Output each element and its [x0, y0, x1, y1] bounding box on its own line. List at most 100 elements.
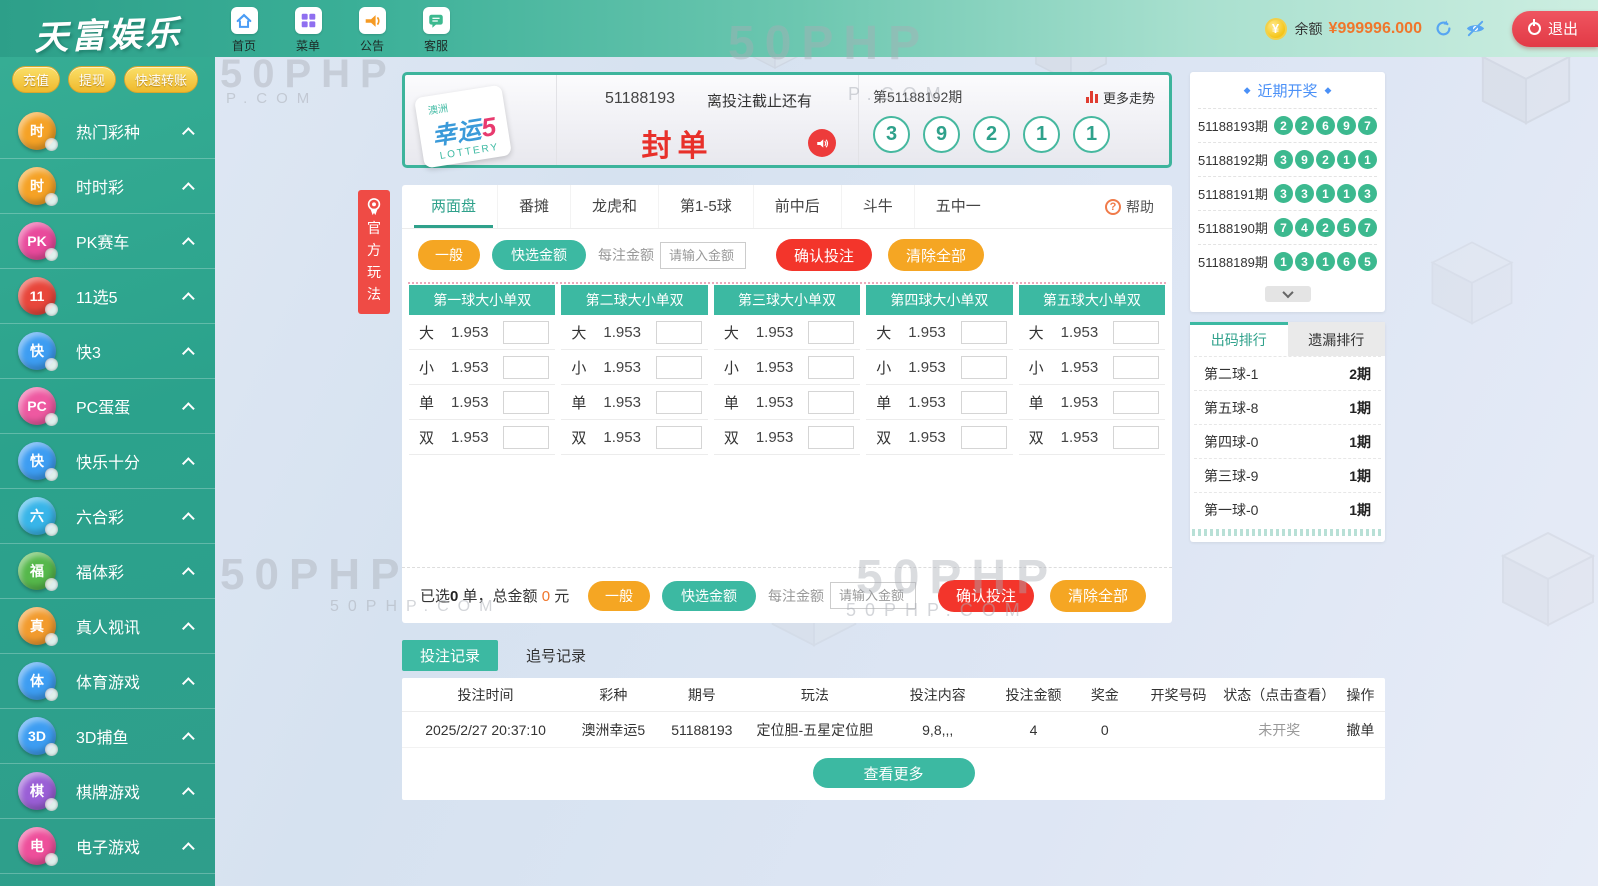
cube-decoration	[1428, 238, 1516, 326]
nav-announcement[interactable]: 公告	[352, 7, 392, 54]
tab-chase-records[interactable]: 追号记录	[508, 640, 604, 671]
odds-cell: 大1.953	[1019, 315, 1165, 350]
balance-value: ¥999996.000	[1329, 20, 1422, 38]
refresh-balance-icon[interactable]	[1434, 19, 1453, 38]
quick-transfer-button[interactable]: 快速转账	[124, 66, 198, 93]
draw-balls: 39211	[1274, 150, 1377, 169]
bet-amount-input[interactable]	[1113, 321, 1159, 344]
cancel-bet-link[interactable]: 撤单	[1336, 720, 1385, 740]
clear-all-button[interactable]: 清除全部	[1050, 580, 1146, 612]
balance-label: 余额	[1295, 19, 1323, 39]
sound-icon[interactable]	[808, 129, 836, 157]
bet-amount-input[interactable]	[808, 356, 854, 379]
clear-all-button[interactable]: 清除全部	[888, 239, 984, 271]
logout-button[interactable]: 退出	[1512, 11, 1598, 47]
rank-tabs: 出码排行 遗漏排行	[1190, 322, 1385, 356]
bet-amount-input[interactable]	[961, 426, 1007, 449]
odds-cell: 双1.953	[561, 420, 707, 455]
lottery-logo-badge: 澳洲 幸运5 LOTTERY	[414, 85, 512, 169]
general-mode-button[interactable]: 一般	[418, 240, 480, 270]
help-link[interactable]: ? 帮助	[1105, 185, 1172, 228]
collapse-recent-button[interactable]	[1265, 286, 1311, 302]
bet-amount-input[interactable]	[656, 321, 702, 344]
selected-count: 0	[450, 588, 458, 605]
quick-amount-button[interactable]: 快选金额	[492, 240, 586, 270]
bet-amount-input[interactable]	[656, 426, 702, 449]
sidebar-item-3d-fishing[interactable]: 3D 3D捕鱼	[0, 709, 215, 764]
list-item: 第四球-0 1期	[1194, 424, 1381, 458]
bet-amount-input[interactable]	[503, 426, 549, 449]
odds-table: 第一球大小单双 大1.953 小1.953 单1.953 双1.953 第二球大…	[402, 284, 1172, 455]
odds-cell: 双1.953	[409, 420, 555, 455]
sidebar-menu: 时 热门彩种 时 时时彩 PK PK赛车 11 11选5 快 快3	[0, 104, 215, 874]
tab-ball-1-5[interactable]: 第1-5球	[659, 185, 754, 228]
bet-amount-input[interactable]	[808, 426, 854, 449]
bet-amount-input[interactable]	[1113, 426, 1159, 449]
general-mode-button[interactable]: 一般	[588, 581, 650, 611]
withdraw-button[interactable]: 提现	[68, 66, 116, 93]
tab-front-mid-back[interactable]: 前中后	[754, 185, 842, 228]
sidebar-item-pc-dandan[interactable]: PC PC蛋蛋	[0, 379, 215, 434]
brand-logo[interactable]: 天富娱乐	[33, 5, 183, 59]
bet-amount-input[interactable]	[503, 391, 549, 414]
official-play-tag[interactable]: 官 方 玩 法	[358, 190, 390, 314]
decor-stripes	[1192, 529, 1383, 536]
confirm-bet-button[interactable]: 确认投注	[776, 239, 872, 271]
confirm-bet-button[interactable]: 确认投注	[938, 580, 1034, 612]
tab-omission-rank[interactable]: 遗漏排行	[1288, 322, 1386, 356]
bet-time: 2025/2/27 20:37:10	[402, 722, 569, 738]
bet-amount-input[interactable]	[961, 391, 1007, 414]
lottery-ball-icon: 快	[18, 332, 56, 370]
list-item: 51188189期 13165	[1198, 244, 1377, 278]
odds-cell: 单1.953	[561, 385, 707, 420]
bet-amount-input[interactable]	[656, 356, 702, 379]
bet-amount-input[interactable]	[503, 356, 549, 379]
sidebar-item-liuhecai[interactable]: 六 六合彩	[0, 489, 215, 544]
sidebar-item-kuai3[interactable]: 快 快3	[0, 324, 215, 379]
bet-amount-input[interactable]	[961, 321, 1007, 344]
sidebar-item-board-games[interactable]: 棋 棋牌游戏	[0, 764, 215, 819]
bet-amount-input[interactable]	[1113, 356, 1159, 379]
top-bar: 天富娱乐 首页 菜单 公告	[0, 0, 1598, 57]
tab-five-pick-one[interactable]: 五中一	[915, 185, 1002, 228]
lottery-banner: 澳洲 幸运5 LOTTERY 51188193 离投注截止还有 封单 第5118…	[402, 72, 1172, 168]
sidebar-item-live-video[interactable]: 真 真人视讯	[0, 599, 215, 654]
tab-two-sides[interactable]: 两面盘	[410, 185, 498, 228]
bet-amount-input[interactable]	[808, 321, 854, 344]
sidebar-item-pk-racing[interactable]: PK PK赛车	[0, 214, 215, 269]
nav-menu[interactable]: 菜单	[288, 7, 328, 54]
sidebar-item-happy10[interactable]: 快 快乐十分	[0, 434, 215, 489]
bet-amount-input[interactable]	[503, 321, 549, 344]
lottery-ball-icon: PK	[18, 222, 56, 260]
tab-bet-records[interactable]: 投注记录	[402, 640, 498, 671]
lottery-ball-icon: 六	[18, 497, 56, 535]
sidebar-item-11x5[interactable]: 11 11选5	[0, 269, 215, 324]
view-more-button[interactable]: 查看更多	[813, 758, 975, 788]
status-badge[interactable]: 未开奖	[1223, 720, 1336, 740]
bet-amount-input[interactable]	[1113, 391, 1159, 414]
bet-amount-input[interactable]	[656, 391, 702, 414]
sidebar-item-ssc[interactable]: 时 时时彩	[0, 159, 215, 214]
tab-dragon-tiger[interactable]: 龙虎和	[571, 185, 659, 228]
bet-amount-input[interactable]	[961, 356, 1007, 379]
record-tabs: 投注记录 追号记录	[402, 640, 604, 671]
watermark-text: P.COM	[226, 90, 318, 107]
sidebar-item-sports[interactable]: 体 体育游戏	[0, 654, 215, 709]
sidebar-item-hot-lotteries[interactable]: 时 热门彩种	[0, 104, 215, 159]
hide-balance-icon[interactable]	[1465, 18, 1486, 39]
total-amount: 0	[542, 588, 550, 605]
nav-home[interactable]: 首页	[224, 7, 264, 54]
tab-fantan[interactable]: 番摊	[498, 185, 571, 228]
amount-input[interactable]	[660, 242, 746, 269]
sidebar-item-e-games[interactable]: 电 电子游戏	[0, 819, 215, 874]
quick-amount-button[interactable]: 快选金额	[662, 581, 756, 611]
more-trends-link[interactable]: 更多走势	[1086, 88, 1155, 107]
amount-input[interactable]	[830, 582, 916, 609]
bet-amount-input[interactable]	[808, 391, 854, 414]
tab-bullfight[interactable]: 斗牛	[842, 185, 915, 228]
period-number: 51188193	[658, 722, 746, 738]
sidebar-item-futicai[interactable]: 福 福体彩	[0, 544, 215, 599]
nav-service[interactable]: 客服	[416, 7, 456, 54]
deposit-button[interactable]: 充值	[12, 66, 60, 93]
tab-number-rank[interactable]: 出码排行	[1190, 322, 1288, 356]
